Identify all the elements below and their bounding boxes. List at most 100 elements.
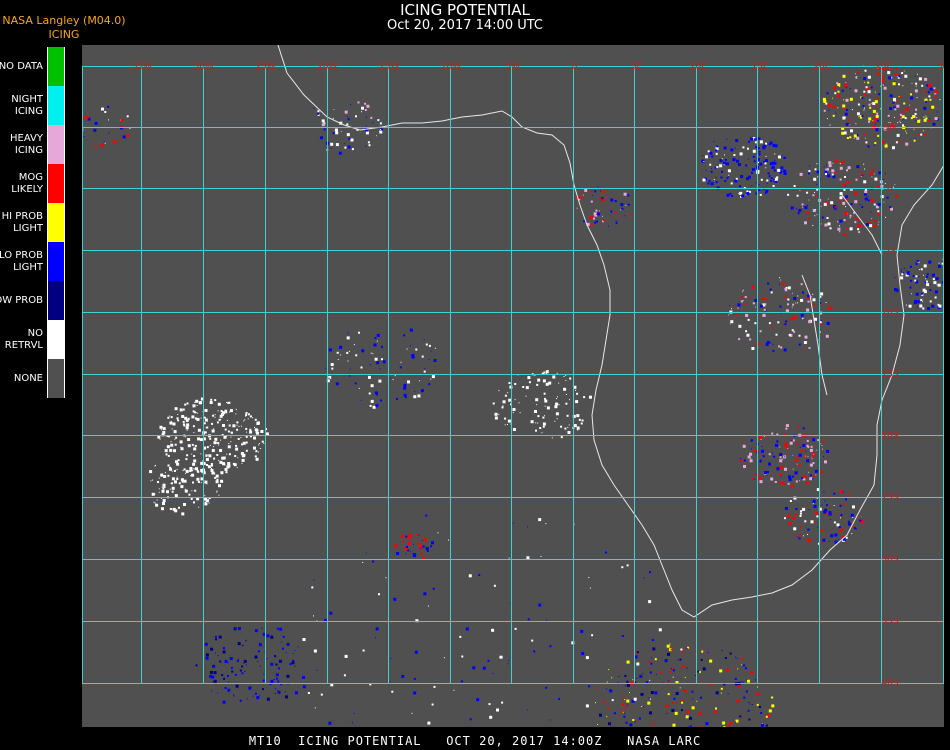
cloud-pixel	[615, 220, 617, 222]
cloud-pixel	[816, 497, 818, 499]
cloud-pixel	[633, 697, 637, 701]
cloud-pixel	[916, 300, 920, 304]
cloud-pixel	[478, 574, 481, 577]
cloud-pixel	[728, 174, 730, 176]
cloud-pixel	[828, 109, 830, 111]
cloud-pixel	[804, 520, 807, 523]
cloud-pixel	[865, 141, 868, 144]
lat-label: 5N	[884, 123, 896, 133]
cloud-pixel	[241, 665, 244, 668]
cloud-pixel	[375, 404, 379, 408]
lat-label: 0	[887, 185, 893, 195]
cloud-pixel	[365, 552, 367, 554]
cloud-pixel	[729, 192, 732, 195]
cloud-pixel	[565, 379, 567, 381]
cloud-pixel	[354, 382, 357, 385]
cloud-pixel	[851, 533, 853, 535]
cloud-pixel	[809, 463, 813, 467]
cloud-pixel	[199, 401, 203, 405]
cloud-pixel	[394, 544, 398, 548]
cloud-pixel	[770, 291, 773, 294]
cloud-pixel	[192, 404, 196, 408]
cloud-pixel	[253, 436, 256, 440]
cloud-pixel	[821, 304, 823, 305]
cloud-pixel	[191, 473, 195, 477]
cloud-pixel	[739, 459, 743, 463]
cloud-pixel	[876, 119, 879, 122]
cloud-pixel	[526, 556, 530, 560]
cloud-pixel	[929, 87, 933, 91]
cloud-pixel	[878, 93, 881, 96]
cloud-pixel	[849, 88, 851, 89]
cloud-pixel	[864, 197, 868, 201]
cloud-pixel	[826, 164, 828, 166]
cloud-pixel	[778, 345, 780, 348]
cloud-pixel	[872, 109, 876, 113]
cloud-pixel	[900, 117, 902, 119]
cloud-pixel	[654, 658, 657, 661]
cloud-pixel	[217, 410, 219, 412]
cloud-pixel	[816, 214, 818, 216]
cloud-pixel	[279, 627, 283, 631]
cloud-pixel	[334, 128, 338, 132]
cloud-pixel	[753, 138, 756, 141]
cloud-pixel	[588, 190, 591, 193]
cloud-pixel	[688, 716, 692, 720]
cloud-pixel	[759, 460, 762, 463]
cloud-pixel	[200, 461, 204, 465]
cloud-pixel	[738, 193, 740, 195]
lon-label: 20W	[317, 62, 337, 72]
legend-swatch	[47, 359, 65, 398]
cloud-pixel	[654, 691, 658, 695]
cloud-pixel	[159, 438, 161, 440]
cloud-pixel	[847, 166, 851, 170]
cloud-pixel	[877, 183, 879, 185]
cloud-pixel	[104, 142, 106, 144]
cloud-pixel	[582, 194, 584, 196]
cloud-pixel	[824, 460, 827, 464]
cloud-pixel	[883, 201, 885, 203]
cloud-pixel	[161, 486, 163, 488]
cloud-pixel	[636, 677, 638, 679]
cloud-pixel	[494, 416, 498, 420]
cloud-pixel	[736, 159, 739, 163]
lat-label: 25S	[881, 493, 898, 503]
cloud-pixel	[790, 206, 794, 210]
cloud-pixel	[901, 271, 903, 273]
cloud-pixel	[176, 478, 179, 480]
cloud-pixel	[423, 370, 426, 373]
cloud-pixel	[167, 454, 170, 457]
cloud-pixel	[927, 120, 930, 122]
cloud-pixel	[933, 87, 936, 90]
cloud-pixel	[636, 651, 639, 654]
cloud-pixel	[554, 405, 558, 409]
cloud-pixel	[706, 652, 708, 654]
cloud-pixel	[639, 674, 643, 678]
cloud-pixel	[166, 490, 169, 494]
cloud-pixel	[894, 116, 895, 118]
cloud-pixel	[302, 676, 305, 679]
cloud-pixel	[850, 203, 853, 205]
cloud-pixel	[504, 417, 507, 420]
lon-label: 25E	[875, 62, 892, 72]
cloud-pixel	[754, 298, 758, 302]
cloud-pixel	[842, 491, 844, 493]
cloud-pixel	[873, 219, 877, 223]
cloud-pixel	[247, 413, 250, 416]
cloud-pixel	[214, 416, 216, 418]
cloud-pixel	[751, 285, 755, 289]
cloud-pixel	[597, 186, 599, 188]
cloud-pixel	[537, 422, 539, 424]
cloud-pixel	[508, 557, 510, 559]
cloud-pixel	[894, 183, 896, 185]
cloud-pixel	[512, 409, 514, 411]
cloud-pixel	[842, 116, 846, 120]
cloud-pixel	[893, 100, 895, 102]
cloud-pixel	[863, 77, 867, 81]
cloud-pixel	[276, 627, 279, 630]
cloud-pixel	[871, 176, 873, 178]
cloud-pixel	[176, 476, 178, 478]
cloud-pixel	[170, 443, 174, 447]
cloud-pixel	[755, 679, 756, 681]
cloud-pixel	[800, 449, 804, 453]
